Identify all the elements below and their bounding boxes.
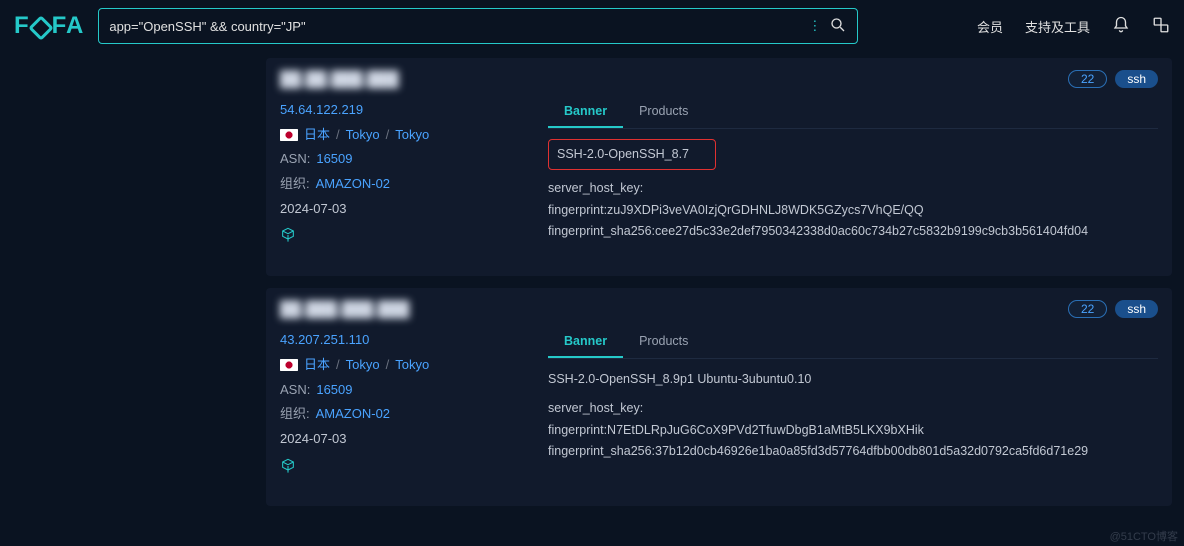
banner-line: fingerprint_sha256:cee27d5c33e2def795034…: [548, 221, 1158, 242]
tab-products[interactable]: Products: [623, 328, 704, 358]
tab-banner[interactable]: Banner: [548, 328, 623, 358]
banner-line: fingerprint:N7EtDLRpJuG6CoX9PVd2TfuwDbgB…: [548, 420, 1158, 441]
search-icon[interactable]: [829, 16, 847, 37]
result-title: ██.██.███.███: [280, 71, 399, 88]
country-link[interactable]: 日本: [304, 123, 330, 148]
org-label: 组织:: [280, 402, 310, 427]
ip-link[interactable]: 54.64.122.219: [280, 98, 528, 123]
port-badge[interactable]: 22: [1068, 300, 1107, 318]
asn-link[interactable]: 16509: [316, 147, 352, 172]
detail-tabs: Banner Products: [548, 98, 1158, 129]
ip-link[interactable]: 43.207.251.110: [280, 328, 528, 353]
nav-right: 会员 支持及工具: [977, 16, 1170, 37]
nav-tools[interactable]: 支持及工具: [1025, 17, 1090, 36]
logo[interactable]: FFA: [14, 12, 84, 40]
city-link[interactable]: Tokyo: [395, 123, 429, 148]
port-badge[interactable]: 22: [1068, 70, 1107, 88]
region-link[interactable]: Tokyo: [346, 123, 380, 148]
protocol-badge[interactable]: ssh: [1115, 300, 1158, 318]
tab-banner[interactable]: Banner: [548, 98, 623, 128]
result-meta: 43.207.251.110 日本 / Tokyo / Tokyo ASN: 1…: [280, 328, 528, 482]
bell-icon[interactable]: [1112, 16, 1130, 37]
date-text: 2024-07-03: [280, 197, 528, 222]
flag-icon: [280, 359, 298, 371]
topbar: FFA ⋮ 会员 支持及工具: [0, 0, 1184, 52]
org-link[interactable]: AMAZON-02: [316, 172, 390, 197]
more-options-icon[interactable]: ⋮: [808, 18, 821, 34]
banner-line: server_host_key:: [548, 178, 1158, 199]
banner-highlight: SSH-2.0-OpenSSH_8.7: [548, 139, 716, 170]
result-card: ██.███.███.███ 22 ssh 43.207.251.110 日本 …: [266, 288, 1172, 506]
cube-icon[interactable]: [280, 458, 528, 483]
asn-label: ASN:: [280, 147, 310, 172]
detail-tabs: Banner Products: [548, 328, 1158, 359]
org-label: 组织:: [280, 172, 310, 197]
banner-line: fingerprint:zuJ9XDPi3veVA0IzjQrGDHNLJ8WD…: [548, 200, 1158, 221]
nav-member[interactable]: 会员: [977, 17, 1003, 36]
tab-products[interactable]: Products: [623, 98, 704, 128]
region-link[interactable]: Tokyo: [346, 353, 380, 378]
cube-icon[interactable]: [280, 227, 528, 252]
search-input[interactable]: [109, 19, 800, 34]
asn-label: ASN:: [280, 378, 310, 403]
translate-icon[interactable]: [1152, 16, 1170, 37]
protocol-badge[interactable]: ssh: [1115, 70, 1158, 88]
watermark: @51CTO博客: [1110, 528, 1178, 544]
city-link[interactable]: Tokyo: [395, 353, 429, 378]
banner-line: server_host_key:: [548, 398, 1158, 419]
date-text: 2024-07-03: [280, 427, 528, 452]
asn-link[interactable]: 16509: [316, 378, 352, 403]
result-meta: 54.64.122.219 日本 / Tokyo / Tokyo ASN: 16…: [280, 98, 528, 252]
results-list: ██.██.███.███ 22 ssh 54.64.122.219 日本 / …: [0, 58, 1184, 506]
search-box: ⋮: [98, 8, 858, 44]
result-title: ██.███.███.███: [280, 301, 409, 318]
flag-icon: [280, 129, 298, 141]
banner-top: SSH-2.0-OpenSSH_8.7: [557, 147, 689, 161]
country-link[interactable]: 日本: [304, 353, 330, 378]
org-link[interactable]: AMAZON-02: [316, 402, 390, 427]
result-detail: Banner Products SSH-2.0-OpenSSH_8.9p1 Ub…: [548, 328, 1158, 482]
result-detail: Banner Products SSH-2.0-OpenSSH_8.7 serv…: [548, 98, 1158, 252]
banner-line: fingerprint_sha256:37b12d0cb46926e1ba0a8…: [548, 441, 1158, 462]
result-card: ██.██.███.███ 22 ssh 54.64.122.219 日本 / …: [266, 58, 1172, 276]
banner-top: SSH-2.0-OpenSSH_8.9p1 Ubuntu-3ubuntu0.10: [548, 369, 1158, 390]
